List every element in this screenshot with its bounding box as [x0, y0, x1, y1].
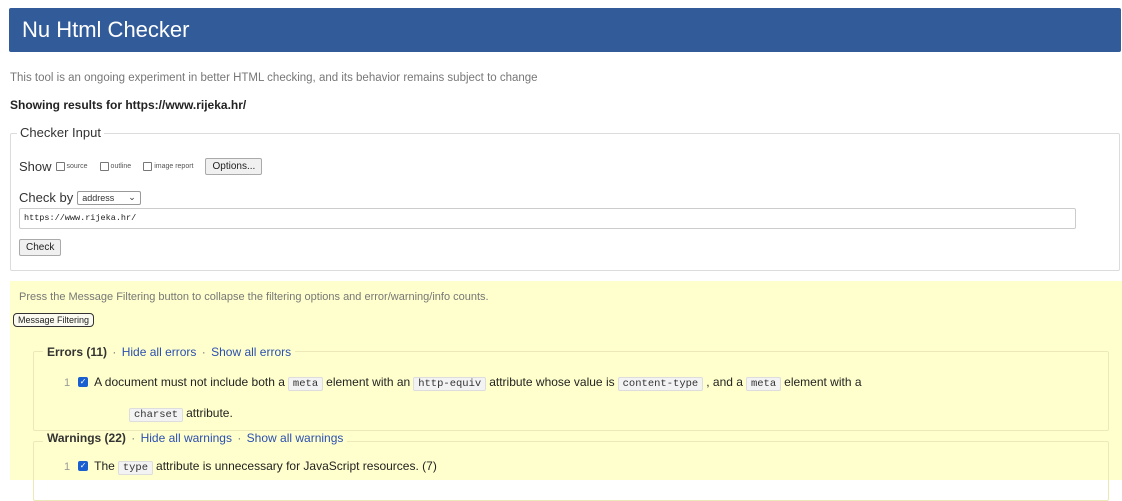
- image-report-label: image report: [154, 163, 194, 170]
- item-number: 1: [64, 377, 71, 389]
- msg-text: The: [94, 459, 115, 473]
- message-filtering-button[interactable]: Message Filtering: [13, 313, 95, 327]
- msg-text: element with an: [326, 375, 411, 389]
- errors-title: Errors (11): [47, 345, 108, 359]
- url-input[interactable]: https://www.rijeka.hr/: [19, 208, 1076, 229]
- msg-text: attribute whose value is: [489, 375, 615, 389]
- results-heading: Showing results for https://www.rijeka.h…: [10, 98, 247, 112]
- check-by-select[interactable]: address ⌄: [77, 190, 141, 205]
- code-charset: charset: [129, 408, 184, 422]
- error-message-continuation: charset attribute.: [126, 403, 233, 425]
- code-meta: meta: [287, 377, 324, 391]
- check-by-label: Check by: [19, 190, 74, 205]
- show-label: Show: [19, 159, 52, 174]
- checker-input-legend: Checker Input: [17, 125, 104, 140]
- msg-text: , and a: [706, 375, 743, 389]
- hide-all-errors-link[interactable]: Hide all errors: [122, 345, 197, 359]
- checker-input-fieldset: [10, 133, 1120, 271]
- app-header: Nu Html Checker: [9, 8, 1121, 52]
- separator: ·: [201, 345, 206, 359]
- errors-header: Errors (11) · Hide all errors · Show all…: [43, 345, 296, 359]
- options-button[interactable]: Options...: [205, 158, 263, 175]
- item-number: 1: [64, 461, 71, 473]
- filter-notice: Press the Message Filtering button to co…: [19, 291, 489, 303]
- outline-label: outline: [110, 163, 132, 170]
- show-options-row: Show source outline image report Options…: [19, 158, 263, 175]
- intro-text: This tool is an ongoing experiment in be…: [10, 72, 538, 84]
- source-checkbox[interactable]: [55, 162, 65, 171]
- code-type: type: [117, 461, 154, 475]
- hide-all-warnings-link[interactable]: Hide all warnings: [141, 431, 232, 445]
- check-by-value: address: [82, 192, 115, 203]
- checkbox-checked-icon[interactable]: ✓: [78, 460, 89, 471]
- msg-text: attribute.: [186, 406, 233, 420]
- msg-text: attribute is unnecessary for JavaScript …: [156, 459, 437, 473]
- msg-text: element with a: [784, 375, 862, 389]
- page-title: Nu Html Checker: [22, 17, 190, 42]
- outline-checkbox[interactable]: [99, 162, 109, 171]
- checkbox-checked-icon[interactable]: ✓: [78, 376, 89, 387]
- separator: ·: [237, 431, 242, 445]
- warnings-header: Warnings (22) · Hide all warnings · Show…: [43, 431, 348, 445]
- code-meta: meta: [745, 377, 782, 391]
- code-content-type: content-type: [617, 377, 704, 391]
- separator: ·: [112, 345, 117, 359]
- show-all-errors-link[interactable]: Show all errors: [211, 345, 291, 359]
- image-report-checkbox[interactable]: [143, 162, 153, 171]
- error-message-item: 1 ✓ A document must not include both a meta…: [64, 372, 1094, 394]
- warning-message-item: 1 ✓ The type attribute is unnecessary for Ja…: [64, 456, 437, 478]
- check-by-row: Check by address ⌄: [19, 190, 141, 205]
- check-button[interactable]: Check: [19, 239, 62, 256]
- code-http-equiv: http-equiv: [413, 377, 487, 391]
- chevron-down-icon: ⌄: [128, 192, 136, 202]
- show-all-warnings-link[interactable]: Show all warnings: [247, 431, 344, 445]
- warnings-title: Warnings (22): [47, 431, 126, 445]
- msg-text: A document must not include both a: [94, 375, 285, 389]
- source-label: source: [66, 163, 88, 170]
- separator: ·: [131, 431, 136, 445]
